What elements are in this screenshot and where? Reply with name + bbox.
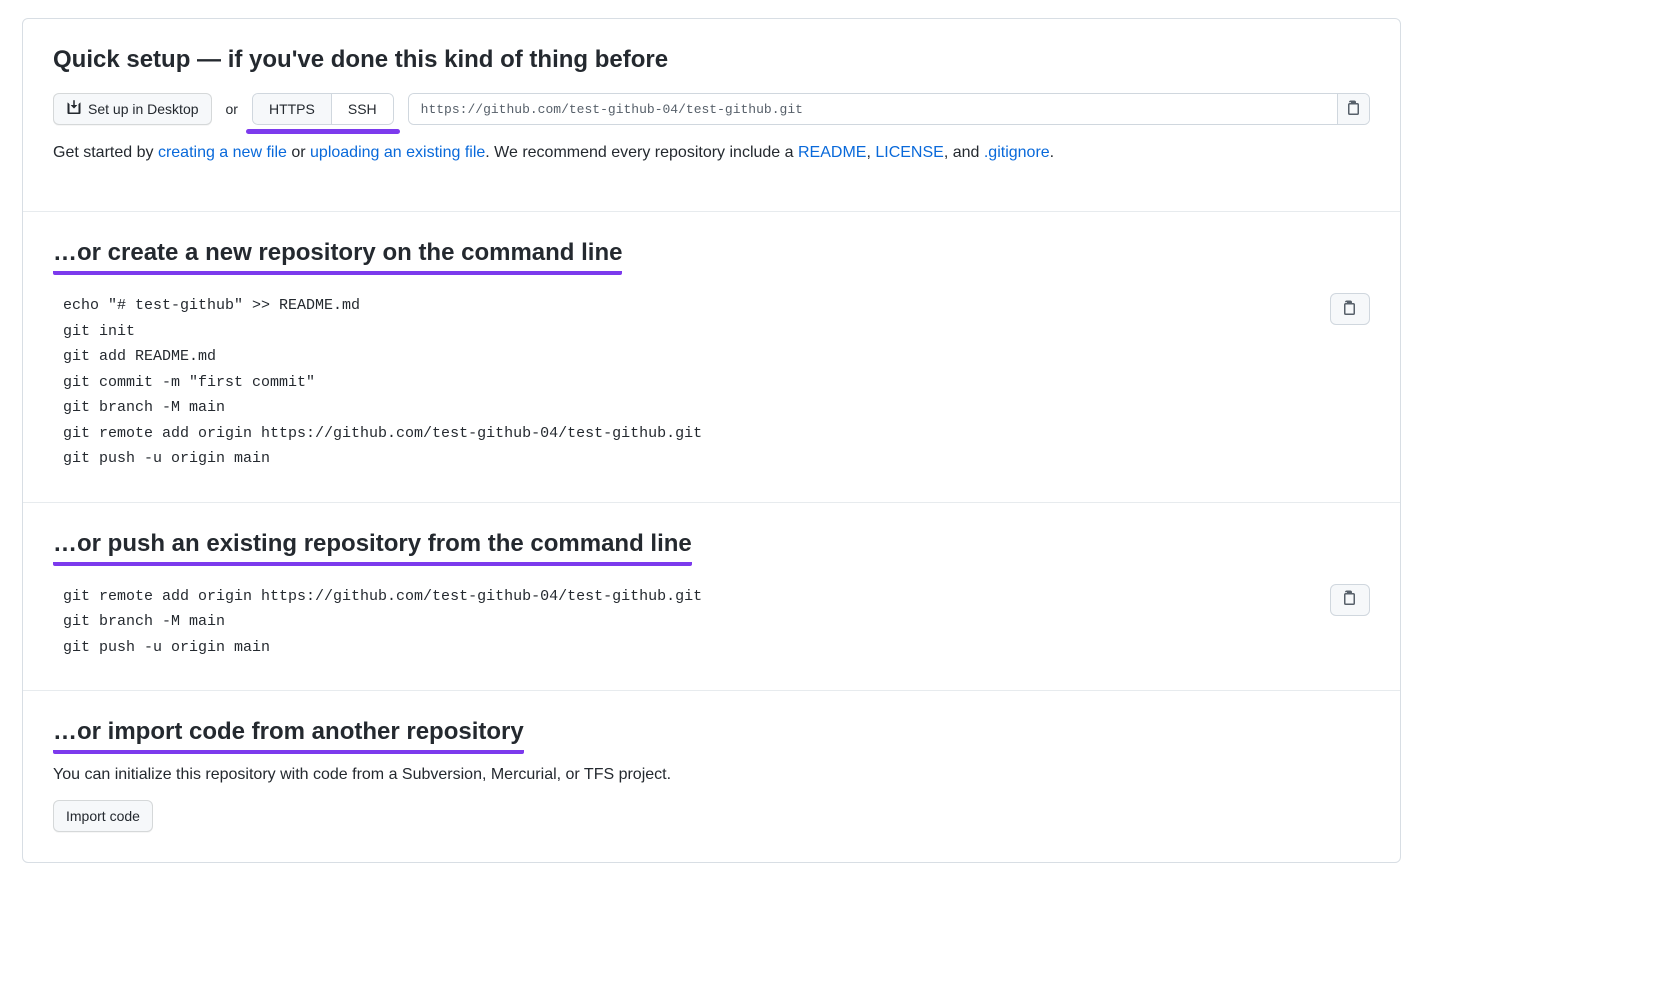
section-import-code: …or import code from another repository …: [23, 691, 1400, 862]
setup-in-desktop-button[interactable]: Set up in Desktop: [53, 93, 212, 125]
quick-setup-panel: Quick setup — if you've done this kind o…: [22, 18, 1401, 863]
clipboard-icon: [1342, 300, 1358, 319]
import-code-description: You can initialize this repository with …: [53, 766, 1370, 784]
protocol-segment-underline: HTTPS SSH: [252, 93, 394, 125]
protocol-ssh-button[interactable]: SSH: [331, 94, 393, 124]
readme-link[interactable]: README: [798, 144, 866, 161]
upload-existing-file-link[interactable]: uploading an existing file: [310, 144, 485, 161]
comma-1: ,: [866, 144, 875, 161]
get-started-or: or: [287, 144, 310, 161]
import-code-button[interactable]: Import code: [53, 800, 153, 832]
push-existing-code-row: git remote add origin https://github.com…: [53, 584, 1370, 661]
create-new-code-block[interactable]: echo "# test-github" >> README.md git in…: [53, 293, 1314, 472]
clone-url-field: [408, 93, 1370, 125]
copy-create-new-button[interactable]: [1330, 293, 1370, 325]
protocol-segment: HTTPS SSH: [252, 93, 394, 125]
clipboard-icon: [1342, 590, 1358, 609]
copy-push-existing-button[interactable]: [1330, 584, 1370, 616]
quick-setup-heading: Quick setup — if you've done this kind o…: [53, 45, 668, 75]
copy-url-button[interactable]: [1337, 94, 1369, 124]
create-new-repo-heading: …or create a new repository on the comma…: [53, 238, 622, 275]
quick-setup-toolbar: Set up in Desktop or HTTPS SSH: [53, 93, 1370, 125]
or-separator: or: [226, 101, 238, 117]
push-existing-code-block[interactable]: git remote add origin https://github.com…: [53, 584, 1314, 661]
section-push-existing: …or push an existing repository from the…: [23, 503, 1400, 692]
section-create-new-repo: …or create a new repository on the comma…: [23, 212, 1400, 503]
desktop-download-icon: [66, 100, 82, 119]
clone-url-input[interactable]: [409, 94, 1337, 124]
get-started-mid: . We recommend every repository include …: [485, 144, 798, 161]
create-new-file-link[interactable]: creating a new file: [158, 144, 287, 161]
import-code-heading: …or import code from another repository: [53, 717, 524, 754]
and-sep: , and: [944, 144, 984, 161]
get-started-text: Get started by creating a new file or up…: [53, 141, 1370, 165]
protocol-https-button[interactable]: HTTPS: [253, 94, 331, 124]
push-existing-heading: …or push an existing repository from the…: [53, 529, 692, 566]
get-started-prefix: Get started by: [53, 144, 158, 161]
section-quick-setup: Quick setup — if you've done this kind o…: [23, 19, 1400, 212]
period-1: .: [1050, 144, 1054, 161]
create-new-code-row: echo "# test-github" >> README.md git in…: [53, 293, 1370, 472]
gitignore-link[interactable]: .gitignore: [984, 144, 1050, 161]
setup-in-desktop-label: Set up in Desktop: [88, 101, 199, 117]
import-code-button-label: Import code: [66, 808, 140, 824]
license-link[interactable]: LICENSE: [875, 144, 943, 161]
clipboard-icon: [1346, 100, 1362, 119]
